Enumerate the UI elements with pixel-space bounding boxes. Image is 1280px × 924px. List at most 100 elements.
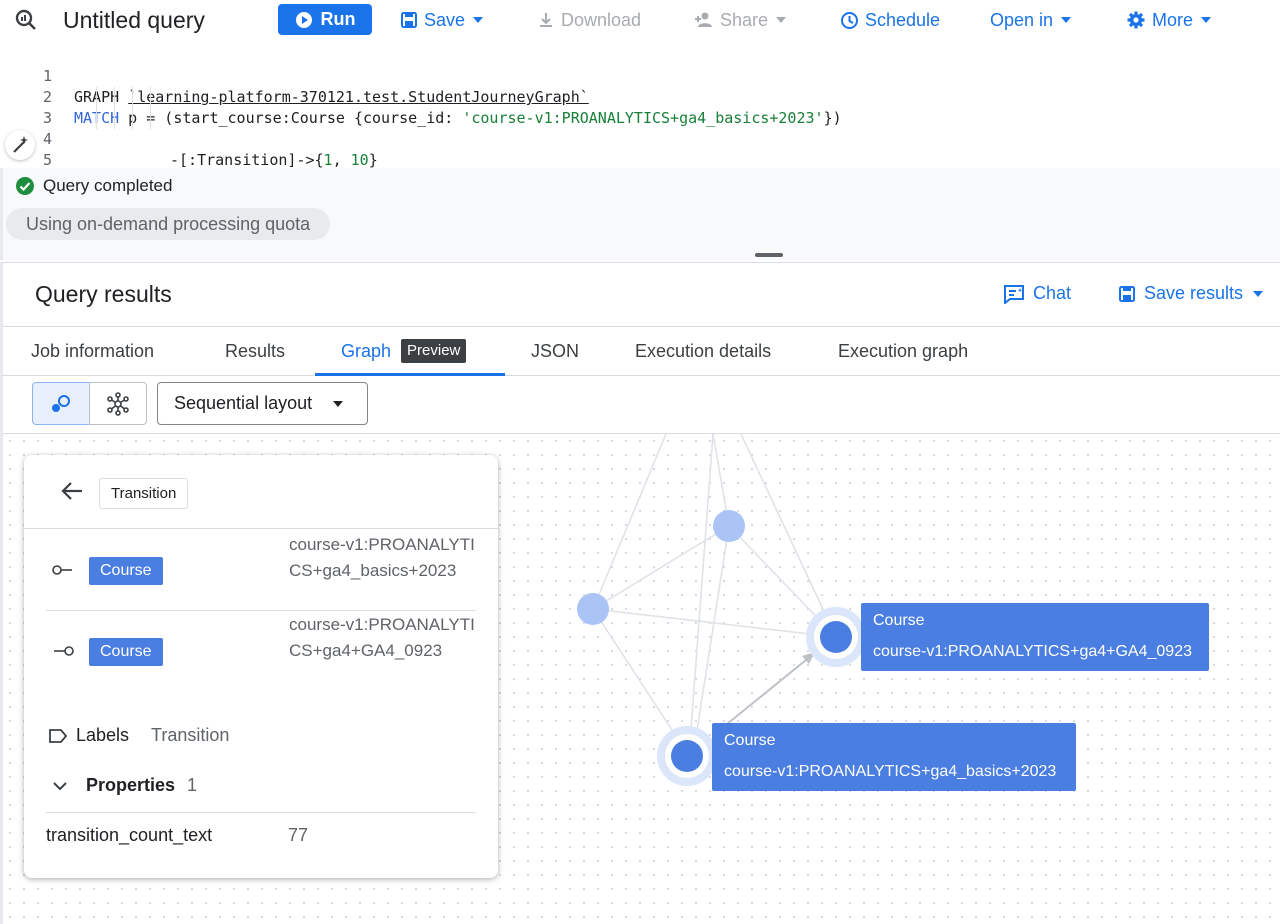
network-view-button[interactable] xyxy=(89,382,147,425)
chevron-down-icon xyxy=(776,17,787,23)
query-toolbar: Untitled query Run Save Download Share S… xyxy=(0,0,1280,40)
chat-button[interactable]: Chat xyxy=(1003,283,1071,304)
results-title: Query results xyxy=(35,281,172,307)
query-icon xyxy=(14,8,38,37)
quota-chip[interactable]: Using on-demand processing quota xyxy=(6,208,331,240)
code-line: 1 GRAPH `learning-platform-370121.test.S… xyxy=(0,45,1280,106)
tab-json[interactable]: JSON xyxy=(531,327,579,376)
more-label: More xyxy=(1152,9,1194,30)
chat-label: Chat xyxy=(1033,283,1072,303)
download-icon xyxy=(540,13,552,27)
status-message: Query completed xyxy=(43,176,173,195)
properties-count: 1 xyxy=(187,775,198,795)
labels-row: Labels Transition xyxy=(48,725,229,746)
chevron-down-icon xyxy=(53,781,67,790)
faded-edge xyxy=(692,525,730,757)
save-icon xyxy=(401,12,417,28)
download-label: Download xyxy=(561,9,642,30)
chevron-down-icon xyxy=(333,401,343,407)
bubble-icon xyxy=(52,394,70,412)
target-node-id: course-v1:PROANALYTICS+ga4+GA4_0923 xyxy=(289,615,475,660)
chevron-down-icon xyxy=(1253,290,1264,297)
tab-graph-label: Graph xyxy=(341,341,392,361)
save-icon xyxy=(1119,285,1135,302)
node-tooltip[interactable]: Course course-v1:PROANALYTICS+ga4_basics… xyxy=(712,723,1076,791)
source-node-row[interactable]: Course course-v1:PROANALYTICS+ga4_basics… xyxy=(46,531,476,611)
layout-select[interactable]: Sequential layout xyxy=(157,382,368,425)
results-tabs: Job information Results Graph Preview JSO… xyxy=(0,326,1280,376)
clock-icon xyxy=(841,11,858,29)
faded-edge xyxy=(592,434,667,610)
chevron-down-icon xyxy=(473,17,484,23)
schedule-button[interactable]: Schedule xyxy=(840,0,940,40)
tab-results[interactable]: Results xyxy=(225,327,285,376)
selected-edge xyxy=(726,655,812,725)
save-button[interactable]: Save xyxy=(400,0,484,40)
panel-header: Transition xyxy=(24,455,498,529)
node-label-id: course-v1:PROANALYTICS+ga4+GA4_0923 xyxy=(873,643,1192,660)
run-label: Run xyxy=(320,9,356,29)
code-line: 4 (end_course:Course {course_id: 'course… xyxy=(0,108,1280,190)
schedule-label: Schedule xyxy=(865,9,941,30)
chat-icon xyxy=(1004,284,1024,304)
play-icon xyxy=(295,11,312,28)
tab-job-information[interactable]: Job information xyxy=(31,327,154,376)
more-button[interactable]: More xyxy=(1126,0,1212,40)
labels-key: Labels xyxy=(76,725,130,745)
graph-node-faded xyxy=(577,593,609,625)
save-results-button[interactable]: Save results xyxy=(1118,283,1264,304)
node-label-id: course-v1:PROANALYTICS+ga4_basics+2023 xyxy=(724,763,1057,780)
faded-edge xyxy=(592,608,837,638)
chevron-down-icon xyxy=(1201,17,1212,23)
save-label: Save xyxy=(424,9,466,30)
code-line: 2 MATCH p = (start_course:Course {course… xyxy=(0,66,1280,127)
target-label-chip: Course xyxy=(89,638,163,666)
gemini-assist-button[interactable] xyxy=(5,130,35,160)
save-results-label: Save results xyxy=(1144,283,1244,303)
code-line: 3 -[:Transition]->{1, 10} xyxy=(0,87,1280,169)
property-value: 77 xyxy=(288,825,309,845)
element-type-chip: Transition xyxy=(99,478,189,509)
properties-toggle[interactable]: Properties 1 xyxy=(52,775,197,796)
faded-edge xyxy=(740,434,837,638)
preview-badge: Preview xyxy=(401,339,467,363)
query-title[interactable]: Untitled query xyxy=(63,0,205,40)
property-key: transition_count_text xyxy=(46,825,213,845)
gear-icon xyxy=(1127,11,1145,29)
run-button[interactable]: Run xyxy=(278,4,372,35)
edge-details-panel: Transition Course course-v1:PROANALYTICS… xyxy=(24,455,498,878)
tab-graph[interactable]: Graph Preview xyxy=(315,327,505,376)
labels-value: Transition xyxy=(151,725,230,745)
tab-execution-graph[interactable]: Execution graph xyxy=(838,327,968,376)
share-label: Share xyxy=(720,9,769,30)
graph-node xyxy=(671,740,703,772)
source-node-id: course-v1:PROANALYTICS+ga4_basics+2023 xyxy=(289,535,475,580)
node-label-type: Course xyxy=(724,732,776,749)
properties-key: Properties xyxy=(86,775,176,795)
node-view-button[interactable] xyxy=(32,382,90,425)
tab-execution-details[interactable]: Execution details xyxy=(635,327,771,376)
graph-node xyxy=(820,621,852,653)
node-label-type: Course xyxy=(873,612,925,629)
label-tag-icon xyxy=(49,728,68,743)
sql-editor[interactable]: 1 GRAPH `learning-platform-370121.test.S… xyxy=(0,42,1280,190)
target-node-row[interactable]: Course course-v1:PROANALYTICS+ga4+GA4_09… xyxy=(46,612,476,692)
layout-select-value: Sequential layout xyxy=(174,393,313,413)
divider xyxy=(46,812,476,813)
query-status-area: Query completed Using on-demand processi… xyxy=(0,168,1280,260)
faded-edge xyxy=(592,525,730,610)
open-in-button[interactable]: Open in xyxy=(990,0,1072,40)
download-button[interactable]: Download xyxy=(537,0,641,40)
results-header: Query results Chat Save results xyxy=(0,262,1280,326)
node-tooltip[interactable]: Course course-v1:PROANALYTICS+ga4+GA4_09… xyxy=(861,603,1209,671)
share-button[interactable]: Share xyxy=(694,0,787,40)
magic-pen-icon xyxy=(13,136,28,153)
graph-toolbar: Sequential layout xyxy=(0,376,1280,433)
source-endpoint-icon xyxy=(52,565,72,575)
resize-handle[interactable] xyxy=(755,253,783,257)
network-icon xyxy=(107,391,129,416)
query-status: Query completed xyxy=(15,176,172,196)
target-endpoint-icon xyxy=(54,646,74,656)
back-arrow-icon[interactable] xyxy=(60,479,84,508)
source-label-chip: Course xyxy=(89,557,163,585)
